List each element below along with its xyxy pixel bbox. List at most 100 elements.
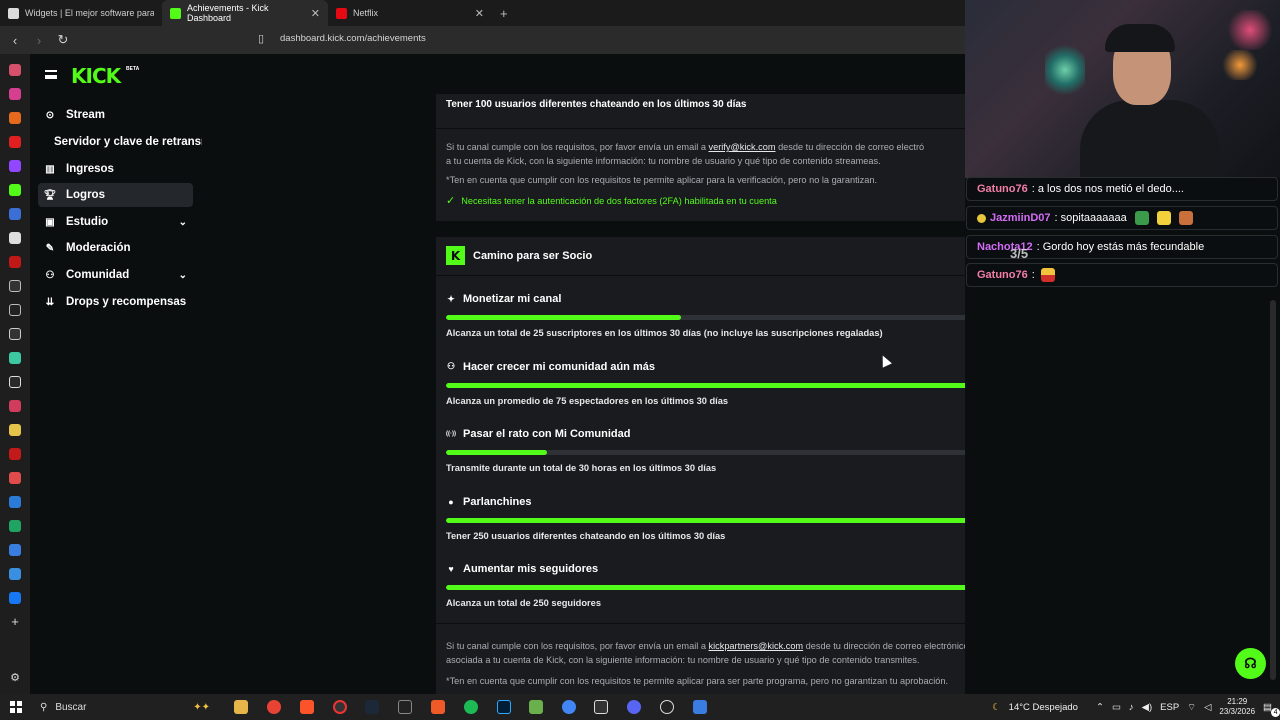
verify-email-link[interactable]: verify@kick.com — [709, 142, 776, 152]
progress-bar — [446, 585, 1033, 590]
support-chat-button[interactable]: ☊ — [1235, 648, 1266, 679]
chevron-up-icon[interactable]: ⌃ — [1096, 702, 1104, 713]
sheets-icon[interactable] — [9, 520, 21, 532]
spotify-icon[interactable] — [464, 700, 478, 714]
verification-instructions: Si tu canal cumple con los requisitos, p… — [446, 142, 925, 166]
emote-icon — [1156, 211, 1171, 225]
back-icon[interactable]: ‹ — [8, 33, 22, 48]
kick-icon[interactable] — [9, 184, 21, 196]
nav-stream[interactable]: ⊙ Stream — [38, 103, 193, 127]
x-icon[interactable] — [9, 304, 21, 316]
forward-icon[interactable]: › — [32, 33, 46, 48]
partner-email-link[interactable]: kickpartners@kick.com — [709, 641, 804, 651]
nav-estudio[interactable]: ▣ Estudio ⌄ — [38, 210, 193, 234]
kick-logo[interactable]: KICK — [71, 64, 121, 88]
app-icon[interactable] — [529, 700, 543, 714]
headset-icon: ☊ — [1244, 655, 1257, 671]
speaker-icon[interactable]: ◁ — [1204, 702, 1211, 713]
close-tab-icon[interactable]: ✕ — [311, 7, 320, 20]
light-decoration — [1220, 50, 1260, 80]
add-icon[interactable]: + — [9, 615, 21, 628]
chrome-icon[interactable] — [562, 700, 576, 714]
app-icon[interactable] — [9, 448, 21, 460]
app-icon[interactable] — [431, 700, 445, 714]
twitch-icon[interactable] — [9, 160, 21, 172]
youtube-icon[interactable] — [9, 136, 21, 148]
goal-title: ⚇ Hacer crecer mi comunidad aún más — [446, 360, 655, 373]
photoshop-icon[interactable] — [497, 700, 511, 714]
menu-icon[interactable] — [45, 70, 57, 79]
gear-icon[interactable]: ⚙ — [9, 672, 21, 684]
brave-icon[interactable] — [300, 700, 314, 714]
close-tab-icon[interactable]: ✕ — [475, 7, 484, 20]
instagram-icon[interactable] — [9, 88, 21, 100]
new-tab-icon[interactable]: + — [500, 6, 508, 21]
scrollbar[interactable] — [1270, 300, 1276, 680]
notion-icon[interactable] — [9, 376, 21, 388]
mic-icon[interactable]: ♪ — [1129, 702, 1134, 713]
windows-start-icon[interactable] — [10, 701, 22, 713]
tab-netflix[interactable]: Netflix ✕ — [328, 0, 492, 26]
app-icon[interactable] — [9, 352, 21, 364]
nav-comunidad[interactable]: ⚇ Comunidad ⌄ — [38, 263, 193, 287]
app-icon[interactable] — [9, 64, 21, 76]
clock[interactable]: 21:29 23/3/2026 — [1219, 697, 1255, 717]
app-icon[interactable] — [9, 400, 21, 412]
chatgpt-icon[interactable] — [660, 700, 674, 714]
goal-description: Tener 250 usuarios diferentes chateando … — [446, 530, 726, 541]
achievements-main: Tener 100 usuarios diferentes chateando … — [210, 54, 1044, 697]
language-indicator[interactable]: ESP — [1160, 702, 1179, 713]
app-icon[interactable] — [9, 208, 21, 220]
epic-games-icon[interactable] — [398, 700, 412, 714]
drops-icon: ⇊ — [45, 296, 55, 308]
app-icon[interactable] — [693, 700, 707, 714]
tiktok-icon[interactable] — [9, 280, 21, 292]
kick-badge-icon: K — [446, 246, 465, 265]
nav-moderacion[interactable]: ✎ Moderación — [38, 236, 193, 260]
app-icon[interactable] — [9, 232, 21, 244]
nav-drops[interactable]: ⇊ Drops y recompensas — [38, 290, 193, 314]
partner-card-title: Camino para ser Socio — [473, 249, 593, 262]
url-input[interactable]: dashboard.kick.com/achievements — [280, 33, 426, 44]
notification-icon[interactable]: ▤ 4 — [1263, 702, 1280, 717]
app-icon[interactable] — [9, 112, 21, 124]
tab-widgets[interactable]: Widgets | El mejor software para por — [0, 0, 162, 26]
nav-stream-key[interactable]: Servidor y clave de retransmisión — [54, 136, 202, 148]
network-icon[interactable]: ▭ — [1112, 702, 1121, 713]
sparkle-icon: ✦✦ — [193, 701, 210, 713]
app-icon[interactable] — [9, 568, 21, 580]
nav-logros[interactable]: 🏆︎ Logros — [38, 183, 193, 207]
app-icon[interactable] — [9, 256, 21, 268]
check-icon: ✓ — [446, 195, 456, 207]
volume-icon[interactable]: ◀) — [1142, 702, 1152, 713]
nav-ingresos[interactable]: ▥ Ingresos — [38, 157, 193, 181]
app-icon[interactable] — [9, 424, 21, 436]
file-explorer-icon[interactable] — [234, 700, 248, 714]
reload-icon[interactable]: ↻ — [56, 32, 70, 48]
capcut-icon[interactable] — [594, 700, 608, 714]
goal-row: ♥ Aumentar mis seguidores Alcanza un total… — [446, 563, 1033, 613]
facebook-icon[interactable] — [9, 592, 21, 604]
streamer-body — [1080, 100, 1220, 178]
progress-fill — [446, 585, 1033, 590]
verification-requirement: Tener 100 usuarios diferentes chateando … — [446, 99, 747, 110]
chart-icon: ▥ — [45, 163, 55, 175]
tab-achievements[interactable]: Achievements - Kick Dashboard ✕ — [162, 0, 328, 26]
taskbar-search[interactable]: ⚲ Buscar ✦✦ — [30, 694, 220, 720]
goal-description: Transmite durante un total de 30 horas e… — [446, 463, 717, 473]
weather-text[interactable]: 14°C Despejado — [1009, 702, 1078, 713]
steam-icon[interactable] — [365, 700, 379, 714]
chrome-icon[interactable] — [267, 700, 281, 714]
app-icon[interactable] — [9, 472, 21, 484]
bookmark-icon[interactable]: ▯ — [258, 32, 264, 45]
goal-row: ● Parlanchines Tener 250 usuarios diferent… — [446, 496, 1033, 546]
wifi-icon[interactable]: ⌔ — [1187, 702, 1196, 713]
app-icon[interactable] — [333, 700, 347, 714]
emote-icon — [1134, 211, 1149, 225]
streamer-cap — [1105, 24, 1175, 52]
chat-message: Gatuno76 : a los dos nos metió el dedo..… — [966, 177, 1278, 201]
app-icon[interactable] — [9, 328, 21, 340]
gif-icon[interactable] — [9, 496, 21, 508]
app-icon[interactable] — [9, 544, 21, 556]
discord-icon[interactable] — [627, 700, 641, 714]
